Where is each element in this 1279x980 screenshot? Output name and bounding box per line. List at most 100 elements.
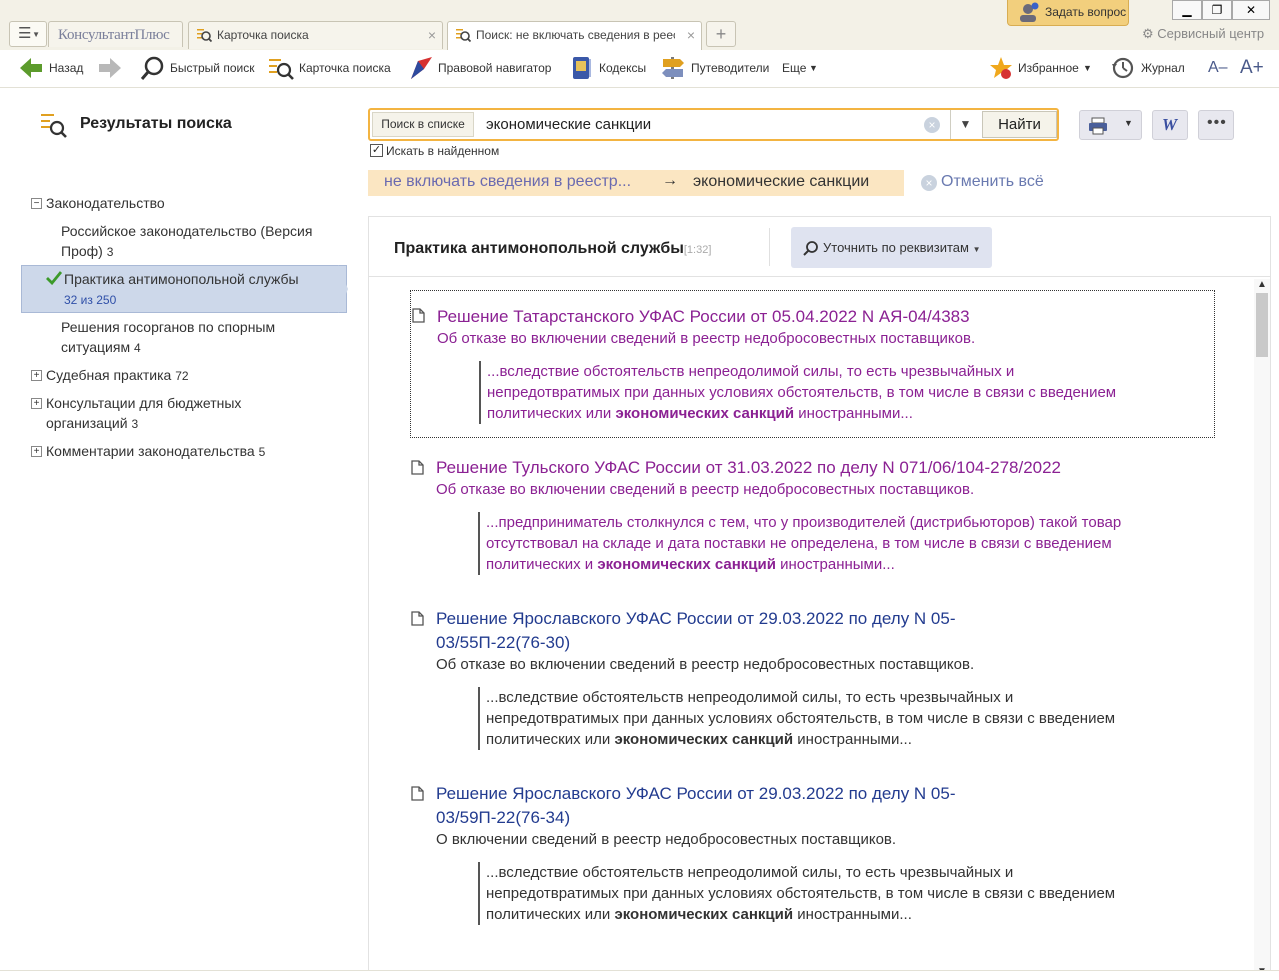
document-title-link[interactable]: Решение Ярославского УФАС России от 29.0…	[436, 782, 996, 830]
search-mode-selector[interactable]: Поиск в списке	[372, 112, 474, 137]
ask-question-label: Задать вопрос	[1045, 5, 1127, 19]
word-icon: W	[1162, 115, 1178, 134]
item-count: 3	[106, 245, 114, 259]
close-icon[interactable]: ×	[687, 22, 695, 48]
search-card-icon	[269, 59, 294, 80]
more-options-button[interactable]: •••	[1198, 110, 1234, 140]
service-center-link[interactable]: ⚙ Сервисный центр	[1142, 26, 1264, 42]
document-title-link[interactable]: Решение Татарстанского УФАС России от 05…	[437, 305, 1157, 329]
snippet-highlight: экономических санкций	[615, 405, 795, 422]
result-document[interactable]: Решение Ярославского УФАС России от 29.0…	[410, 609, 1215, 754]
forward-button[interactable]	[97, 50, 125, 86]
scroll-up-icon[interactable]: ▲	[1257, 279, 1267, 290]
tree-group-commentary[interactable]: Комментарии законодательства 5	[46, 441, 265, 462]
tree-group-legislation[interactable]: Законодательство	[46, 193, 165, 213]
export-word-button[interactable]: W	[1152, 110, 1188, 140]
document-subtitle: Об отказе во включении сведений в реестр…	[436, 481, 975, 498]
logo-tab[interactable]: КонсультантПлюс	[48, 21, 183, 47]
collapse-icon[interactable]: −	[31, 198, 42, 209]
result-document[interactable]: Решение Тульского УФАС России от 31.03.2…	[410, 458, 1215, 578]
checkmark-icon	[46, 271, 62, 285]
breadcrumb-first-query[interactable]: не включать сведения в реестр...	[384, 173, 631, 191]
journal-label: Журнал	[1141, 61, 1185, 75]
expand-icon[interactable]: +	[31, 370, 42, 381]
results-scrollbar[interactable]: ▲ ▼	[1254, 279, 1270, 979]
tab-label: Поиск: не включать сведения в реестр	[476, 28, 675, 42]
guides-button[interactable]: Путеводители	[660, 50, 770, 86]
search-results-icon	[41, 114, 67, 138]
print-button[interactable]: ▼	[1079, 110, 1142, 140]
tab-bar: ☰ ▼ КонсультантПлюс Карточка поиска × Пои…	[0, 0, 1279, 51]
arrow-left-icon	[20, 58, 42, 78]
tab-search-card[interactable]: Карточка поиска ×	[188, 21, 443, 49]
more-label: Еще	[782, 61, 807, 75]
scrollbar-thumb[interactable]	[1256, 293, 1268, 357]
expand-icon[interactable]: +	[31, 446, 42, 457]
chevron-down-icon: ▼	[1124, 118, 1133, 128]
clear-icon: ×	[921, 175, 937, 191]
tree-item-russian-legislation[interactable]: Российское законодательство (Версия Проф…	[61, 221, 341, 262]
more-dots-icon: •••	[1207, 114, 1227, 131]
divider	[769, 228, 770, 266]
cancel-all-button[interactable]: × Отменить всё	[921, 173, 1044, 191]
tab-label: Карточка поиска	[217, 28, 309, 42]
tab-search-results[interactable]: Поиск: не включать сведения в реестр ×	[447, 21, 702, 51]
main-menu-button[interactable]: ☰ ▼	[9, 21, 47, 47]
history-clock-icon	[1112, 57, 1134, 79]
arrow-right-icon	[99, 58, 121, 78]
snippet-text: иностранными...	[793, 731, 912, 748]
document-snippet: ...вследствие обстоятельств непреодолимо…	[478, 687, 1138, 750]
maximize-button[interactable]: ❐	[1202, 0, 1232, 20]
legal-navigator-button[interactable]: Правовой навигатор	[408, 50, 556, 86]
sidebar-title: Результаты поиска	[80, 115, 232, 132]
result-document[interactable]: Решение Татарстанского УФАС России от 05…	[410, 290, 1215, 438]
close-window-button[interactable]: ✕	[1232, 0, 1270, 20]
star-icon	[990, 57, 1012, 79]
search-card-button[interactable]: Карточка поиска	[268, 50, 393, 86]
codes-label: Кодексы	[599, 61, 647, 75]
group-label: Судебная практика	[46, 367, 172, 383]
journal-button[interactable]: Журнал	[1110, 50, 1190, 86]
sidebar: Результаты поиска − Законодательство Рос…	[0, 89, 355, 980]
more-menu-button[interactable]: Еще ▼	[782, 50, 822, 86]
minimize-icon: ▁	[1182, 3, 1192, 17]
tree-item-gov-decisions[interactable]: Решения госорганов по спорным ситуациям …	[61, 317, 331, 358]
refine-by-details-button[interactable]: Уточнить по реквизитам ▼	[791, 227, 992, 268]
tree-group-budget-consultations[interactable]: Консультации для бюджетных организаций 3	[46, 393, 286, 434]
signpost-icon	[662, 57, 684, 79]
minimize-button[interactable]: ▁	[1172, 0, 1202, 20]
search-history-dropdown[interactable]: ▼	[950, 110, 980, 139]
result-document[interactable]: Решение Ярославского УФАС России от 29.0…	[410, 784, 1215, 929]
clear-icon[interactable]: ×	[924, 117, 940, 133]
font-larger-button[interactable]: A+	[1240, 50, 1268, 86]
group-count: 72	[175, 369, 189, 383]
codes-button[interactable]: Кодексы	[570, 50, 648, 86]
document-title-link[interactable]: Решение Тульского УФАС России от 31.03.2…	[436, 456, 1156, 480]
new-tab-button[interactable]: +	[706, 21, 736, 47]
quick-search-button[interactable]: Быстрый поиск	[140, 50, 260, 86]
selection-arrow	[338, 265, 348, 313]
search-in-found-checkbox[interactable]: ✓	[370, 144, 383, 157]
status-strip	[0, 970, 1279, 980]
document-title-link[interactable]: Решение Ярославского УФАС России от 29.0…	[436, 607, 996, 655]
document-snippet: ...предприниматель столкнулся с тем, что…	[478, 512, 1138, 575]
search-breadcrumb: не включать сведения в реестр... → эконо…	[368, 170, 904, 196]
find-button[interactable]: Найти	[982, 111, 1057, 138]
toolbar: Назад Быстрый поиск Карточка поиска Прав…	[0, 50, 1279, 88]
document-snippet: ...вследствие обстоятельств непреодолимо…	[478, 862, 1138, 925]
tree-group-court-practice[interactable]: Судебная практика 72	[46, 365, 189, 386]
favorites-button[interactable]: Избранное ▼	[988, 50, 1094, 86]
search-input[interactable]	[486, 110, 916, 139]
font-smaller-button[interactable]: A–	[1208, 50, 1230, 86]
expand-icon[interactable]: +	[31, 398, 42, 409]
gear-icon: ⚙	[1142, 26, 1154, 41]
close-icon[interactable]: ×	[428, 22, 436, 48]
chevron-down-icon: ▼	[959, 117, 972, 131]
results-title-text: Практика антимонопольной службы	[394, 240, 684, 257]
close-icon: ✕	[1245, 3, 1257, 17]
refine-label: Уточнить по реквизитам	[823, 240, 969, 255]
ask-question-button[interactable]: Задать вопрос	[1007, 0, 1129, 26]
tree-item-antimonopoly-practice[interactable]: Практика антимонопольной службы 32 из 25…	[64, 269, 304, 310]
results-header: Практика антимонопольной службы[1:32] Ут…	[369, 217, 1270, 277]
back-button[interactable]: Назад	[18, 50, 88, 86]
